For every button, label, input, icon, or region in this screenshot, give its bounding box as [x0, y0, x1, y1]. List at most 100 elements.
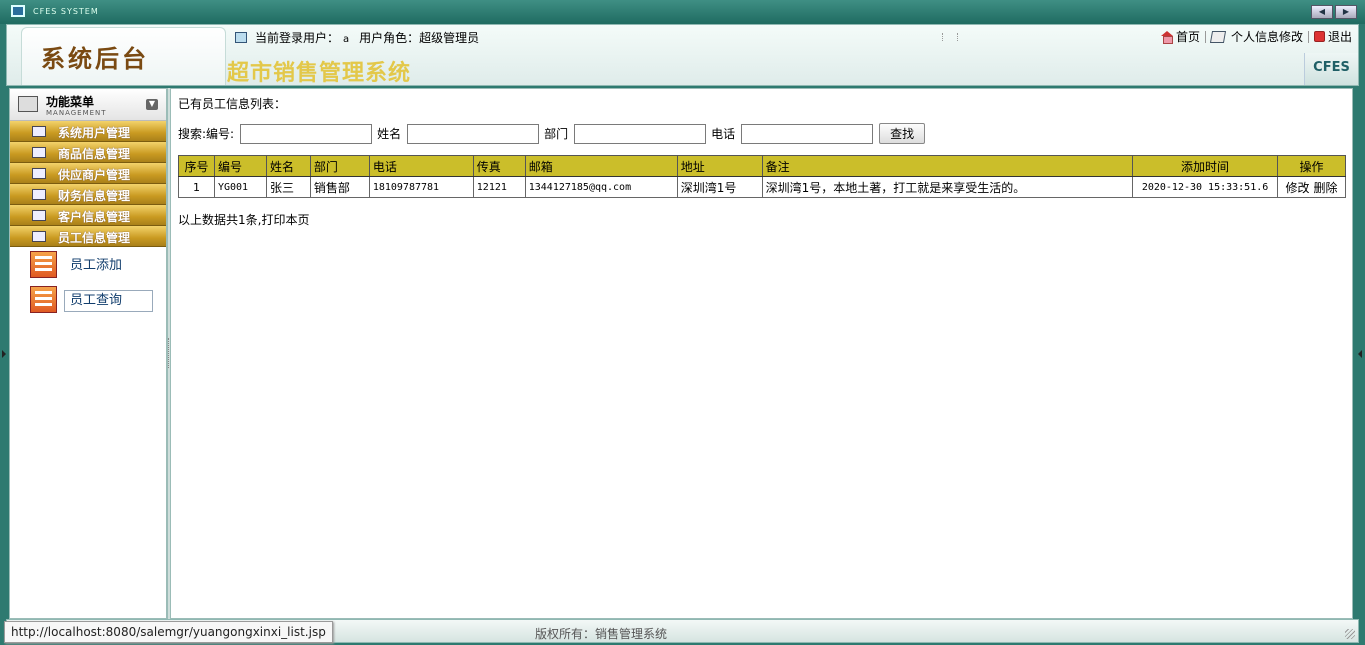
current-user-label-text: 当前登录用户：	[255, 31, 340, 45]
delete-link[interactable]: 删除	[1314, 181, 1338, 195]
column-header: 备注	[761, 155, 1134, 177]
column-header: 电话	[368, 155, 474, 177]
search-phone-input[interactable]	[741, 123, 874, 144]
table-header-row: 序号 编号 姓名 部门 电话 传真 邮箱 地址 备注 添加时间 操作	[178, 155, 1346, 177]
sidebar: 功能菜单 MANAGEMENT ▼ 系统用户管理 商品信息管理 供应商户管理 财…	[9, 88, 167, 619]
search-bar: 搜索:编号: 姓名 部门 电话 查找	[178, 123, 926, 144]
record-summary: 以上数据共1条,打印本页	[178, 211, 309, 228]
left-edge-arrow-icon[interactable]	[2, 350, 6, 358]
sidebar-item-label: 系统用户管理	[58, 126, 131, 140]
sidebar-item-label: 供应商户管理	[58, 168, 131, 182]
column-header: 操作	[1277, 155, 1346, 177]
search-name-input[interactable]	[407, 123, 540, 144]
profile-link-label: 个人信息修改	[1230, 30, 1303, 44]
menu-header: 功能菜单 MANAGEMENT ▼	[10, 89, 166, 121]
cell-id: YG001	[213, 176, 267, 198]
window-icon	[235, 32, 247, 43]
profile-link[interactable]: 个人信息修改	[1209, 28, 1303, 45]
home-link-label: 首页	[1175, 30, 1200, 44]
role-value: 超级管理员	[419, 31, 480, 45]
search-button[interactable]: 查找	[879, 123, 926, 144]
right-edge-arrow-icon[interactable]	[1358, 350, 1362, 358]
sidebar-subitem-label: 员工添加	[70, 258, 123, 273]
folder-icon	[32, 210, 46, 221]
logo-text: 系统后台	[41, 44, 149, 73]
edit-link[interactable]: 修改	[1285, 181, 1309, 195]
column-header: 序号	[178, 155, 215, 177]
cell-actions: 修改 删除	[1277, 176, 1346, 198]
search-phone-label: 电话	[711, 127, 736, 141]
status-url: http://localhost:8080/salemgr/yuangongxi…	[4, 621, 333, 643]
top-links: 首页 个人信息修改 退出	[1160, 28, 1352, 45]
collapse-icon[interactable]: ▼	[146, 99, 158, 110]
cell-name: 张三	[265, 176, 311, 198]
cell-dept: 销售部	[309, 176, 370, 198]
header-grip	[942, 33, 958, 41]
list-icon	[30, 251, 57, 278]
sidebar-item-customers[interactable]: 客户信息管理	[10, 205, 166, 226]
sidebar-item-suppliers[interactable]: 供应商户管理	[10, 163, 166, 184]
print-link[interactable]: 打印本页	[261, 213, 309, 227]
logout-link-label: 退出	[1327, 30, 1352, 44]
sidebar-item-system-users[interactable]: 系统用户管理	[10, 121, 166, 142]
home-icon	[1160, 31, 1173, 44]
logout-link[interactable]: 退出	[1313, 28, 1352, 45]
app-header: 系统后台 超市销售管理系统 当前登录用户： a 用户角色：超级管理员 首页 个人信…	[6, 24, 1359, 86]
sidebar-item-finance[interactable]: 财务信息管理	[10, 184, 166, 205]
search-name-label: 姓名	[377, 127, 402, 141]
copyright-text: 版权所有：销售管理系统	[535, 627, 668, 641]
search-id-input[interactable]	[240, 123, 373, 144]
role-label-text: 用户角色：	[359, 31, 420, 45]
user-info: 当前登录用户： a 用户角色：超级管理员	[235, 29, 489, 46]
search-dept-input[interactable]	[574, 123, 707, 144]
window-titlebar: CFES SYSTEM ◀ ▶	[0, 0, 1365, 24]
folder-icon	[32, 189, 46, 200]
menu-icon	[18, 96, 38, 112]
sidebar-item-employees[interactable]: 员工信息管理	[10, 226, 166, 247]
column-header: 添加时间	[1132, 155, 1278, 177]
column-header: 姓名	[265, 155, 311, 177]
resize-grip-icon[interactable]	[1345, 629, 1355, 639]
column-header: 编号	[213, 155, 267, 177]
column-header: 地址	[676, 155, 763, 177]
search-id-label: 搜索:编号:	[178, 127, 235, 141]
cell-address: 深圳湾1号	[676, 176, 763, 198]
cell-email: 1344127185@qq.com	[524, 176, 678, 198]
sidebar-item-label: 员工信息管理	[58, 231, 131, 245]
link-divider	[1204, 30, 1206, 43]
record-count-text: 以上数据共1条,	[178, 213, 262, 227]
role-label: 用户角色：超级管理员	[359, 29, 479, 46]
sidebar-subitem-employee-query[interactable]: 员工查询	[10, 282, 166, 317]
sidebar-item-products[interactable]: 商品信息管理	[10, 142, 166, 163]
column-header: 传真	[472, 155, 526, 177]
window-nav: ◀ ▶	[1309, 5, 1357, 19]
brand-badge: CFES	[1304, 53, 1358, 85]
sidebar-subitem-employee-add[interactable]: 员工添加	[10, 247, 166, 282]
cell-time: 2020-12-30 15:33:51.6	[1132, 176, 1278, 198]
cell-fax: 12121	[472, 176, 526, 198]
cell-note: 深圳湾1号，本地土著，打工就是来享受生活的。	[761, 176, 1134, 198]
folder-icon	[32, 231, 46, 242]
folder-icon	[32, 147, 46, 158]
column-header: 邮箱	[524, 155, 678, 177]
sidebar-subitem-label: 员工查询	[64, 290, 153, 312]
current-user-value: a	[343, 34, 350, 45]
sidebar-item-label: 客户信息管理	[58, 210, 131, 224]
monitor-icon	[11, 5, 25, 17]
home-link[interactable]: 首页	[1160, 28, 1200, 45]
folder-icon	[32, 168, 46, 179]
cell-phone: 18109787781	[368, 176, 474, 198]
forward-arrow-icon[interactable]: ▶	[1335, 5, 1357, 19]
table-row: 1 YG001 张三 销售部 18109787781 12121 1344127…	[178, 176, 1346, 198]
cell-index: 1	[178, 176, 215, 198]
link-divider	[1307, 30, 1309, 43]
search-dept-label: 部门	[544, 127, 569, 141]
menu-title: 功能菜单	[46, 95, 95, 109]
edit-icon	[1209, 30, 1227, 43]
current-user-label: 当前登录用户： a	[255, 29, 349, 46]
folder-icon	[32, 126, 46, 137]
list-title: 已有员工信息列表：	[178, 97, 287, 111]
sidebar-item-label: 财务信息管理	[58, 189, 131, 203]
list-icon	[30, 286, 57, 313]
back-arrow-icon[interactable]: ◀	[1311, 5, 1333, 19]
